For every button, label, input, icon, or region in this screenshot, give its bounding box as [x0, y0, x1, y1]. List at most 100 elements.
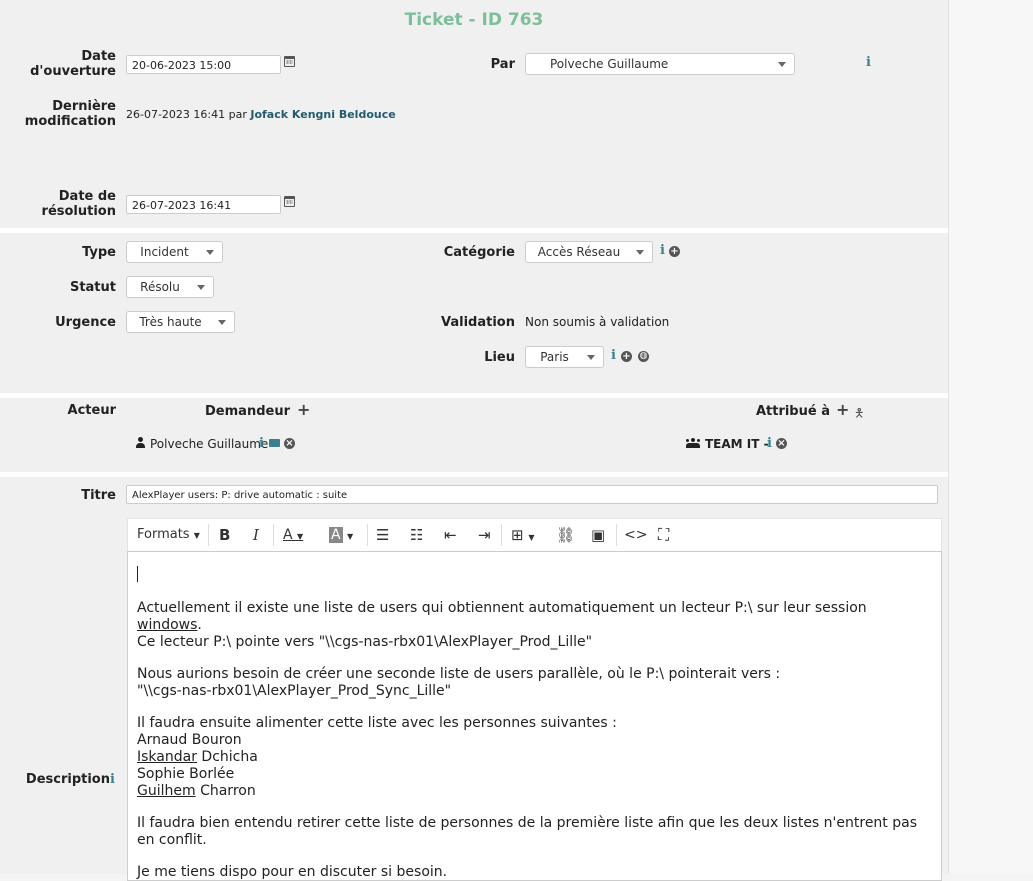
description-text: Actuellement il existe une liste de user… — [137, 600, 867, 616]
globe-icon[interactable]: ◍ — [638, 351, 649, 362]
info-icon[interactable]: i — [611, 348, 616, 363]
attribue-label: Attribué à — [755, 404, 830, 419]
toolbar-divider — [273, 524, 274, 546]
info-icon[interactable]: i — [866, 55, 871, 70]
calendar-icon[interactable] — [284, 56, 295, 67]
statut-select-value: Résolu — [140, 280, 180, 294]
lieu-label: Lieu — [484, 350, 515, 365]
chevron-down-icon — [206, 250, 214, 255]
description-paragraph: Il faudra ensuite alimenter cette liste … — [137, 715, 932, 800]
indent-icon[interactable]: ⇥ — [478, 526, 491, 544]
bold-icon[interactable]: B — [219, 526, 230, 544]
validation-label: Validation — [441, 315, 515, 330]
chevron-down-icon — [636, 250, 644, 255]
par-label: Par — [490, 57, 515, 72]
validation-value: Non soumis à validation — [525, 315, 670, 329]
description-text: Il faudra ensuite alimenter cette liste … — [137, 715, 617, 731]
date-resolution-input[interactable]: 26-07-2023 16:41 — [126, 195, 281, 214]
text-color-icon[interactable]: A ▼ — [283, 526, 303, 544]
description-paragraph: Il faudra bien entendu retirer cette lis… — [137, 815, 918, 848]
add-location-icon[interactable]: + — [621, 351, 632, 362]
group-icon — [686, 438, 700, 448]
description-text: Arnaud Bouron — [137, 732, 242, 748]
description-editor[interactable]: Actuellement il existe une liste de user… — [127, 551, 942, 881]
outdent-icon[interactable]: ⇤ — [444, 526, 457, 544]
remove-attribue-icon[interactable]: × — [776, 438, 787, 449]
date-ouverture-label: Date d'ouverture — [20, 49, 116, 79]
resolution-label-line2: résolution — [41, 204, 116, 219]
description-text: Nous aurions besoin de créer une seconde… — [137, 666, 781, 682]
info-icon[interactable]: i — [660, 243, 665, 258]
envelope-icon[interactable] — [269, 439, 280, 447]
statut-label: Statut — [69, 280, 116, 295]
demandeur-name[interactable]: Polveche Guillaume — [150, 437, 268, 451]
date-ouverture-label-line1: Date — [81, 49, 116, 64]
date-resolution-label: Date de résolution — [20, 189, 116, 219]
attribue-group-link[interactable]: TEAM IT - — [705, 437, 769, 451]
urgence-select[interactable]: Très haute — [126, 311, 235, 333]
numbered-list-icon[interactable]: ☷ — [410, 526, 423, 544]
description-paragraph: Actuellement il existe une liste de user… — [137, 600, 932, 651]
description-text: "\\cgs-nas-rbx01\AlexPlayer_Prod_Sync_Li… — [137, 683, 452, 699]
categorie-select[interactable]: Accès Réseau — [525, 241, 653, 263]
lieu-select[interactable]: Paris — [525, 346, 604, 368]
type-label: Type — [82, 245, 116, 260]
description-text: Ce lecteur P:\ pointe vers "\\cgs-nas-rb… — [137, 634, 593, 650]
chevron-down-icon — [197, 285, 205, 290]
info-icon[interactable]: i — [110, 772, 115, 787]
derniere-modification-user-link[interactable]: Jofack Kengni Beldouce — [250, 108, 395, 121]
info-icon[interactable]: i — [767, 436, 772, 451]
table-icon[interactable]: ⊞ ▼ — [511, 526, 535, 544]
image-icon[interactable]: ▣ — [591, 526, 605, 544]
add-category-icon[interactable]: + — [669, 246, 680, 257]
toolbar-divider — [208, 524, 209, 546]
resolution-label-line1: Date de — [58, 189, 116, 204]
add-attribue-icon[interactable]: + — [836, 402, 849, 418]
page-title: Ticket - ID 763 — [404, 10, 544, 30]
lieu-select-value: Paris — [540, 350, 569, 364]
titre-label: Titre — [81, 488, 116, 503]
description-paragraph: Je me tiens dispo pour en discuter si be… — [137, 864, 448, 880]
user-icon — [136, 437, 145, 448]
info-icon[interactable]: i — [259, 436, 264, 451]
description-text: Iskandar — [137, 749, 197, 765]
calendar-icon[interactable] — [284, 196, 295, 207]
derniere-label-line1: Dernière — [52, 99, 116, 114]
description-label: Description — [25, 772, 110, 787]
fullscreen-icon[interactable]: ⛶ — [658, 526, 669, 544]
source-code-icon[interactable]: <> — [624, 526, 647, 544]
description-text: Charron — [195, 783, 256, 799]
description-text: Dchicha — [196, 749, 258, 765]
statut-select[interactable]: Résolu — [126, 276, 214, 298]
titre-input[interactable]: AlexPlayer users: P: drive automatic : s… — [126, 485, 938, 504]
link-icon[interactable]: ⛓ — [556, 526, 575, 544]
add-demandeur-icon[interactable]: + — [297, 402, 310, 418]
description-text: Guilhem — [137, 783, 196, 799]
date-ouverture-input[interactable]: 20-06-2023 15:00 — [126, 55, 281, 74]
categorie-select-value: Accès Réseau — [537, 245, 621, 259]
type-select-value: Incident — [140, 245, 189, 259]
acteur-label: Acteur — [67, 403, 116, 418]
demandeur-label: Demandeur — [205, 404, 290, 419]
chevron-down-icon — [778, 62, 786, 67]
bullet-list-icon[interactable]: ☰ — [376, 526, 389, 544]
toolbar-divider — [501, 524, 502, 546]
type-select[interactable]: Incident — [126, 241, 223, 263]
assign-self-icon[interactable]: 🯅 — [854, 404, 865, 425]
description-text: windows — [137, 617, 198, 633]
formats-label: Formats — [137, 527, 190, 542]
background-color-icon[interactable]: A ▼ — [329, 526, 353, 544]
toolbar-divider — [616, 524, 617, 546]
cursor-line — [137, 566, 932, 587]
remove-demandeur-icon[interactable]: × — [284, 438, 295, 449]
derniere-modification-value: 26-07-2023 16:41 par Jofack Kengni Beldo… — [126, 108, 396, 121]
derniere-label-line2: modification — [24, 114, 116, 129]
formats-dropdown[interactable]: Formats ▼ — [137, 526, 200, 544]
par-select[interactable]: Polveche Guillaume — [525, 53, 795, 75]
categorie-label: Catégorie — [443, 245, 515, 260]
right-empty-pane — [948, 0, 1033, 874]
chevron-down-icon — [587, 355, 595, 360]
italic-icon[interactable]: I — [253, 526, 259, 544]
derniere-modification-label: Dernière modification — [20, 99, 116, 129]
derniere-modification-date: 26-07-2023 16:41 par — [126, 108, 247, 121]
